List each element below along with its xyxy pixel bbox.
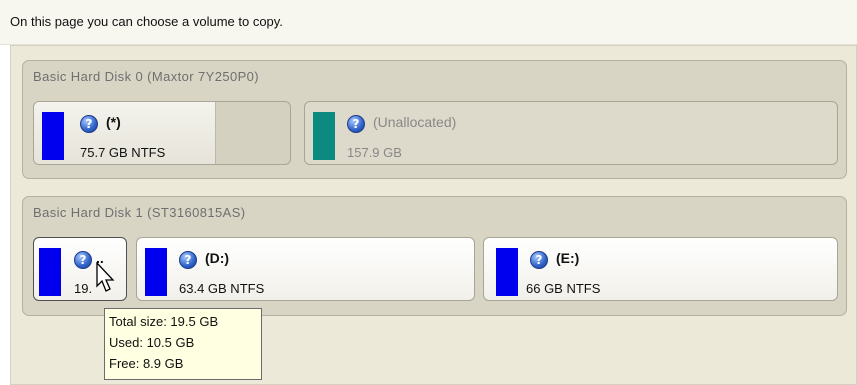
volume-name: (Unallocated): [373, 114, 457, 130]
volume-name: (*): [106, 114, 121, 130]
volume-size: 75.7 GB NTFS: [80, 145, 166, 160]
volume-tooltip: Total size: 19.5 GB Used: 10.5 GB Free: …: [104, 308, 262, 380]
tooltip-used: Used: 10.5 GB: [109, 335, 195, 350]
volume-color-bar: [145, 248, 167, 296]
volume-size: 66 GB NTFS: [526, 281, 601, 296]
volume-tile-e[interactable]: ? (E:) 66 GB NTFS: [483, 237, 838, 301]
volume-name: (D:): [205, 250, 230, 266]
instruction-text: On this page you can choose a volume to …: [10, 14, 283, 29]
disk-group-0: Basic Hard Disk 0 (Maxtor 7Y250P0) ? (*)…: [22, 60, 847, 179]
volume-size: 63.4 GB NTFS: [179, 281, 265, 296]
volume-color-bar: [496, 248, 518, 296]
arrow-cursor-icon: [96, 262, 115, 292]
volume-color-bar: [39, 248, 61, 296]
question-icon[interactable]: ?: [347, 115, 365, 133]
instruction-bar: On this page you can choose a volume to …: [0, 0, 857, 45]
disk-title: Basic Hard Disk 1 (ST3160815AS): [33, 205, 246, 220]
volume-tile-d[interactable]: ? (D:) 63.4 GB NTFS: [136, 237, 475, 301]
volume-tile-star[interactable]: ? (*) 75.7 GB NTFS: [33, 101, 291, 165]
question-icon[interactable]: ?: [80, 115, 98, 133]
volume-color-bar: [42, 112, 64, 160]
volume-size: 157.9 GB: [347, 145, 402, 160]
tooltip-total-size: Total size: 19.5 GB: [109, 314, 219, 329]
question-icon[interactable]: ?: [179, 251, 197, 269]
disk-group-1: Basic Hard Disk 1 (ST3160815AS) ? .. 19.…: [22, 196, 847, 316]
question-icon[interactable]: ?: [530, 251, 548, 269]
question-icon[interactable]: ?: [74, 251, 92, 269]
volume-color-bar: [313, 112, 335, 160]
volume-tile-unallocated[interactable]: ? (Unallocated) 157.9 GB: [304, 101, 838, 165]
volume-size: 19.: [74, 281, 93, 296]
volume-name: (E:): [556, 250, 580, 266]
tooltip-free: Free: 8.9 GB: [109, 356, 184, 371]
disk-title: Basic Hard Disk 0 (Maxtor 7Y250P0): [33, 69, 260, 84]
